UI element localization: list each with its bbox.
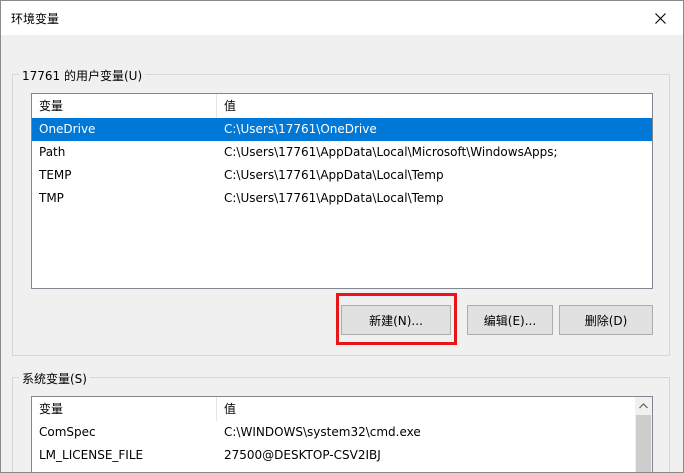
column-header-variable[interactable]: 变量 [32,397,216,421]
close-icon [654,12,666,24]
variable-value: C:\Users\17761\AppData\Local\Microsoft\W… [224,145,558,159]
scroll-thumb[interactable] [636,415,651,472]
new-button[interactable]: 新建(N)... [341,305,451,335]
variable-name: ComSpec [39,425,96,439]
table-row[interactable]: OneDrive C:\Users\17761\OneDrive [32,118,652,141]
column-header-value[interactable]: 值 [217,94,647,118]
variable-value: 27500@DESKTOP-CSV2IBJ [224,448,381,462]
user-variables-group: 17761 的用户变量(U) 变量 值 OneDrive C:\Users\17… [12,67,670,356]
system-variables-list[interactable]: 变量 值 ComSpec C:\WINDOWS\system32\cmd.exe… [31,396,653,472]
table-row[interactable]: TMP C:\Users\17761\AppData\Local\Temp [32,187,652,210]
column-header-value[interactable]: 值 [217,397,627,421]
close-button[interactable] [637,1,683,35]
edit-button[interactable]: 编辑(E)... [467,305,553,335]
user-variables-list[interactable]: 变量 值 OneDrive C:\Users\17761\OneDrive Pa… [31,93,653,289]
table-row[interactable]: TEMP C:\Users\17761\AppData\Local\Temp [32,164,652,187]
scroll-up-button[interactable] [635,397,652,414]
variable-name: OneDrive [39,122,96,136]
window-title: 环境变量 [11,12,60,26]
variable-value: C:\WINDOWS\system32\cmd.exe [224,425,421,439]
list-header: 变量 值 [32,397,652,421]
list-header: 变量 值 [32,94,652,118]
variable-value: C:\Users\17761\OneDrive [224,122,377,136]
variable-name: Path [39,145,66,159]
vertical-scrollbar[interactable] [635,397,652,472]
delete-button[interactable]: 删除(D) [559,305,653,335]
variable-name: TMP [39,191,64,205]
variable-value: C:\Users\17761\AppData\Local\Temp [224,191,444,205]
column-header-variable[interactable]: 变量 [32,94,216,118]
environment-variables-dialog: 环境变量 17761 的用户变量(U) 变量 值 OneDrive C:\Use… [0,0,684,473]
variable-value: C:\Users\17761\AppData\Local\Temp [224,168,444,182]
title-bar: 环境变量 [1,1,683,35]
table-row[interactable]: Path C:\Users\17761\AppData\Local\Micros… [32,141,652,164]
table-row[interactable]: ComSpec C:\WINDOWS\system32\cmd.exe [32,421,652,444]
system-variables-legend: 系统变量(S) [19,370,90,387]
variable-name: TEMP [39,168,72,182]
user-variables-legend: 17761 的用户变量(U) [19,67,146,84]
chevron-up-icon [639,402,648,408]
system-variables-group: 系统变量(S) 变量 值 ComSpec C:\WINDOWS\system32… [12,370,670,472]
table-row[interactable]: LM_LICENSE_FILE 27500@DESKTOP-CSV2IBJ [32,444,652,467]
variable-name: LM_LICENSE_FILE [39,448,144,462]
